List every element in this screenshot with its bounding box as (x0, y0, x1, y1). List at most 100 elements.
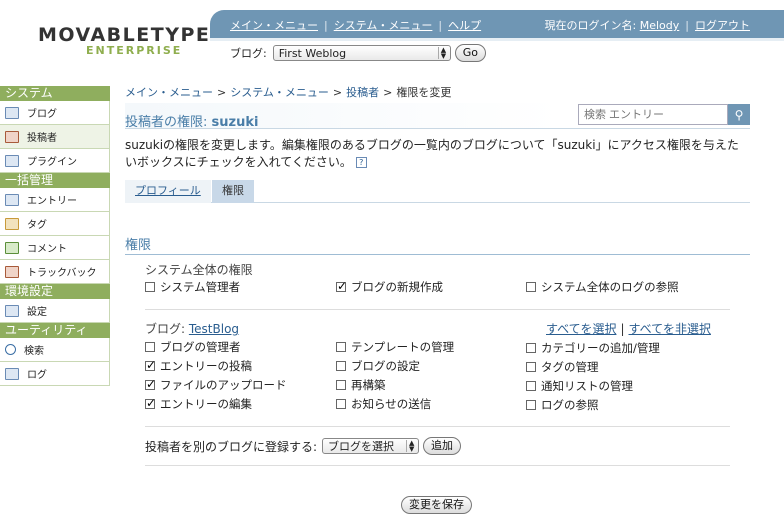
select-all-link[interactable]: すべてを選択 (546, 322, 616, 336)
search-box: ⚲ (578, 104, 750, 125)
logo-sub: ENTERPRISE (86, 44, 183, 57)
deselect-all-link[interactable]: すべてを非選択 (629, 322, 711, 336)
logo-main: MOVABLETYPETM (38, 24, 224, 46)
assign-blog-label: 投稿者を別のブログに登録する: (145, 439, 318, 454)
perm-view-log[interactable]: ログの参照 (526, 397, 599, 413)
blog-icon (5, 106, 19, 119)
testblog-link[interactable]: TestBlog (189, 322, 239, 336)
perm-system-admin[interactable]: システム管理者 (145, 279, 240, 295)
tabs: プロフィール 権限 (125, 180, 750, 203)
checkbox[interactable] (336, 361, 346, 371)
perm-blog-settings[interactable]: ブログの設定 (336, 358, 420, 374)
checkbox[interactable] (336, 342, 346, 352)
sidebar-item-blogs[interactable]: ブログ (0, 101, 110, 125)
breadcrumb-current: 権限を変更 (396, 86, 452, 99)
plugin-icon (5, 154, 19, 167)
sidebar-item-plugins[interactable]: プラグイン (0, 149, 110, 173)
perm-manage-categories[interactable]: カテゴリーの追加/管理 (526, 340, 660, 356)
perm-view-system-log[interactable]: システム全体のログの参照 (526, 279, 679, 295)
checkbox[interactable] (145, 358, 156, 372)
help-icon[interactable]: ? (355, 157, 367, 168)
sidebar: システム ブログ 投稿者 プラグイン 一括管理 エントリー タグ コメント トラ… (0, 86, 110, 386)
search-input[interactable] (578, 104, 728, 125)
checkbox[interactable] (145, 282, 155, 292)
checkbox[interactable] (145, 377, 156, 391)
assign-blog-select[interactable]: ブログを選択 ▲ ▼ (322, 438, 420, 454)
comment-icon (5, 241, 19, 254)
blog-selector-label: ブログ: (230, 47, 267, 60)
checkbox[interactable] (145, 396, 156, 410)
login-user-link[interactable]: Melody (640, 19, 680, 32)
title-row: 投稿者の権限: suzuki ⚲ (125, 103, 750, 130)
blog-perm-label: ブログ: TestBlog (145, 322, 240, 336)
breadcrumb-authors[interactable]: 投稿者 (346, 86, 379, 99)
save-row: 変更を保存 (401, 496, 472, 514)
checkbox[interactable] (526, 362, 536, 372)
top-nav-links: メイン・メニュー | システム・メニュー | ヘルプ (230, 19, 482, 32)
sidebar-item-authors[interactable]: 投稿者 (0, 125, 110, 149)
perm-blog-admin[interactable]: ブログの管理者 (145, 339, 241, 355)
permissions-section-title: 権限 (125, 234, 750, 255)
sidebar-item-entries[interactable]: エントリー (0, 188, 110, 212)
perm-upload-file[interactable]: ファイルのアップロード (145, 377, 287, 393)
sidebar-item-search[interactable]: 検索 (0, 338, 110, 362)
blog-select[interactable]: First Weblog ▲ ▼ (272, 45, 451, 61)
checkbox[interactable] (526, 282, 536, 292)
main-content: メイン・メニュー > システム・メニュー > 投稿者 > 権限を変更 投稿者の権限: suz… (125, 84, 750, 514)
checkbox[interactable] (336, 380, 346, 390)
page-description: suzukiの権限を変更します。編集権限のあるブログの一覧内のブログについて「s… (125, 138, 739, 169)
nav-main-menu-link[interactable]: メイン・メニュー (230, 19, 318, 32)
nav-system-menu-link[interactable]: システム・メニュー (334, 19, 433, 32)
sidebar-section-config: 環境設定 (0, 284, 110, 299)
go-button[interactable]: Go (454, 44, 486, 62)
trackback-icon (5, 265, 19, 278)
page-title: 投稿者の権限: suzuki (125, 115, 259, 130)
perm-create-blog[interactable]: ブログの新規作成 (336, 279, 443, 295)
breadcrumb: メイン・メニュー > システム・メニュー > 投稿者 > 権限を変更 (125, 86, 452, 99)
sidebar-item-trackbacks[interactable]: トラックバック (0, 260, 110, 284)
authors-icon (5, 130, 19, 143)
checkbox[interactable] (336, 399, 346, 409)
save-changes-button[interactable]: 変更を保存 (401, 496, 472, 514)
search-icon[interactable]: ⚲ (728, 104, 750, 125)
breadcrumb-main-menu[interactable]: メイン・メニュー (125, 86, 213, 99)
search-icon (5, 344, 16, 355)
logout-link[interactable]: ログアウト (695, 19, 750, 32)
tab-permissions[interactable]: 権限 (212, 180, 254, 203)
tag-icon (5, 217, 19, 230)
header: MOVABLETYPETM ENTERPRISE メイン・メニュー|システム・メ… (0, 0, 784, 72)
perm-manage-tags[interactable]: タグの管理 (526, 359, 599, 375)
movable-type-logo[interactable]: MOVABLETYPETM ENTERPRISE (38, 24, 224, 62)
perm-rebuild[interactable]: 再構築 (336, 377, 386, 393)
perm-post-entry[interactable]: エントリーの投稿 (145, 358, 252, 374)
checkbox[interactable] (526, 343, 536, 353)
blog-selector: ブログ: First Weblog ▲ ▼ Go (230, 44, 486, 62)
system-wide-label: システム全体の権限 (145, 263, 253, 277)
perm-manage-notification-list[interactable]: 通知リストの管理 (526, 378, 633, 394)
sidebar-item-tags[interactable]: タグ (0, 212, 110, 236)
sidebar-item-settings[interactable]: 設定 (0, 299, 110, 323)
checkbox[interactable] (336, 279, 347, 293)
nav-help-link[interactable]: ヘルプ (448, 19, 481, 32)
select-arrows-icon: ▲ ▼ (406, 440, 415, 453)
select-links: すべてを選択 | すべてを非選択 (546, 322, 711, 336)
sidebar-item-comments[interactable]: コメント (0, 236, 110, 260)
sidebar-section-batch: 一括管理 (0, 173, 110, 188)
sidebar-section-utilities: ユーティリティ (0, 323, 110, 338)
add-button[interactable]: 追加 (423, 437, 462, 455)
sidebar-item-log[interactable]: ログ (0, 362, 110, 386)
checkbox[interactable] (526, 381, 536, 391)
settings-icon (5, 304, 19, 317)
perm-manage-templates[interactable]: テンプレートの管理 (336, 339, 454, 355)
sidebar-section-system: システム (0, 86, 110, 101)
login-info: 現在のログイン名: Melody | ログアウト (544, 19, 750, 32)
select-arrows-icon: ▲ ▼ (437, 47, 447, 60)
log-icon (5, 367, 19, 380)
entry-icon (5, 193, 19, 206)
perm-edit-entry[interactable]: エントリーの編集 (145, 396, 252, 412)
breadcrumb-system-menu[interactable]: システム・メニュー (230, 86, 329, 99)
checkbox[interactable] (145, 342, 155, 352)
perm-send-notifications[interactable]: お知らせの送信 (336, 396, 431, 412)
tab-profile[interactable]: プロフィール (125, 180, 211, 203)
checkbox[interactable] (526, 400, 536, 410)
